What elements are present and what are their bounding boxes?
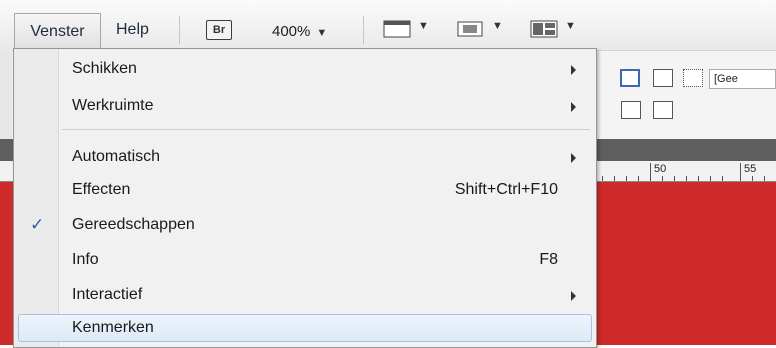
object-style-field[interactable]: [Gee <box>709 69 776 89</box>
menu-item-werkruimte[interactable]: Werkruimte <box>14 94 596 118</box>
chevron-down-icon[interactable]: ▼ <box>418 20 429 32</box>
menu-item-gereedschappen[interactable]: ✓ Gereedschappen <box>14 213 596 237</box>
menubar-divider <box>179 16 180 44</box>
ruler-tick <box>764 176 765 181</box>
ruler-tick <box>626 176 627 181</box>
view-options-icon[interactable] <box>383 20 411 38</box>
venster-dropdown-menu: Schikken Werkruimte Automatisch Effecten… <box>13 48 597 348</box>
ruler-tick <box>740 163 741 181</box>
menu-item-kenmerken[interactable]: Kenmerken <box>18 314 592 342</box>
ruler-tick <box>602 176 603 181</box>
zoom-dropdown[interactable]: 400% ▼ <box>272 14 327 50</box>
frame-options-icon[interactable] <box>683 69 703 87</box>
submenu-arrow-icon <box>571 291 576 301</box>
menu-item-effecten[interactable]: Effecten Shift+Ctrl+F10 <box>14 178 596 202</box>
ruler-tick <box>752 176 753 181</box>
menu-item-label: Info <box>72 251 99 268</box>
align-tool-icon[interactable] <box>620 69 640 87</box>
menu-item-info[interactable]: Info F8 <box>14 248 596 272</box>
menu-item-label: Schikken <box>72 60 137 77</box>
menu-item-schikken[interactable]: Schikken <box>14 57 596 81</box>
menu-item-automatisch[interactable]: Automatisch <box>14 145 596 169</box>
ruler-tick <box>698 176 699 181</box>
ruler-tick <box>710 176 711 181</box>
submenu-arrow-icon <box>571 153 576 163</box>
menubar-divider <box>363 16 364 44</box>
menu-venster[interactable]: Venster <box>14 13 101 49</box>
fill-frame-icon[interactable] <box>653 101 673 119</box>
ruler-tick <box>650 163 651 181</box>
submenu-arrow-icon <box>571 102 576 112</box>
chevron-down-icon[interactable]: ▼ <box>492 20 503 32</box>
ruler-tick <box>674 176 675 181</box>
checkmark-icon: ✓ <box>30 215 45 234</box>
menu-item-label: Werkruimte <box>72 97 154 114</box>
chevron-down-icon[interactable]: ▼ <box>565 20 576 32</box>
chevron-down-icon: ▼ <box>316 27 328 39</box>
screen-mode-icon[interactable] <box>456 20 484 38</box>
ruler-tick <box>614 176 615 181</box>
arrange-documents-icon[interactable] <box>530 20 558 38</box>
menu-item-label: Automatisch <box>72 148 161 165</box>
ruler-label: 50 <box>654 163 667 175</box>
ruler-label: 55 <box>744 163 757 175</box>
ruler-tick <box>686 176 687 181</box>
submenu-arrow-icon <box>571 65 576 75</box>
bridge-button[interactable]: Br <box>206 20 232 40</box>
menu-item-shortcut: Shift+Ctrl+F10 <box>454 181 558 198</box>
frame-fit-icon[interactable] <box>653 69 673 87</box>
application-menubar: Venster Help Br 400% ▼ ▼ ▼ ▼ <box>0 0 776 50</box>
menu-item-label: Interactief <box>72 286 143 303</box>
menu-item-label: Effecten <box>72 181 131 198</box>
ruler-tick <box>722 176 723 181</box>
center-content-icon[interactable] <box>621 101 641 119</box>
menu-help[interactable]: Help <box>116 13 149 47</box>
menu-item-shortcut: F8 <box>539 251 558 268</box>
zoom-value: 400% <box>272 23 311 40</box>
menu-item-interactief[interactable]: Interactief <box>14 283 596 307</box>
ruler-tick <box>638 176 639 181</box>
ruler-tick <box>662 176 663 181</box>
menu-item-label: Kenmerken <box>72 319 154 336</box>
menu-divider <box>62 129 590 130</box>
menu-item-label: Gereedschappen <box>72 216 195 233</box>
